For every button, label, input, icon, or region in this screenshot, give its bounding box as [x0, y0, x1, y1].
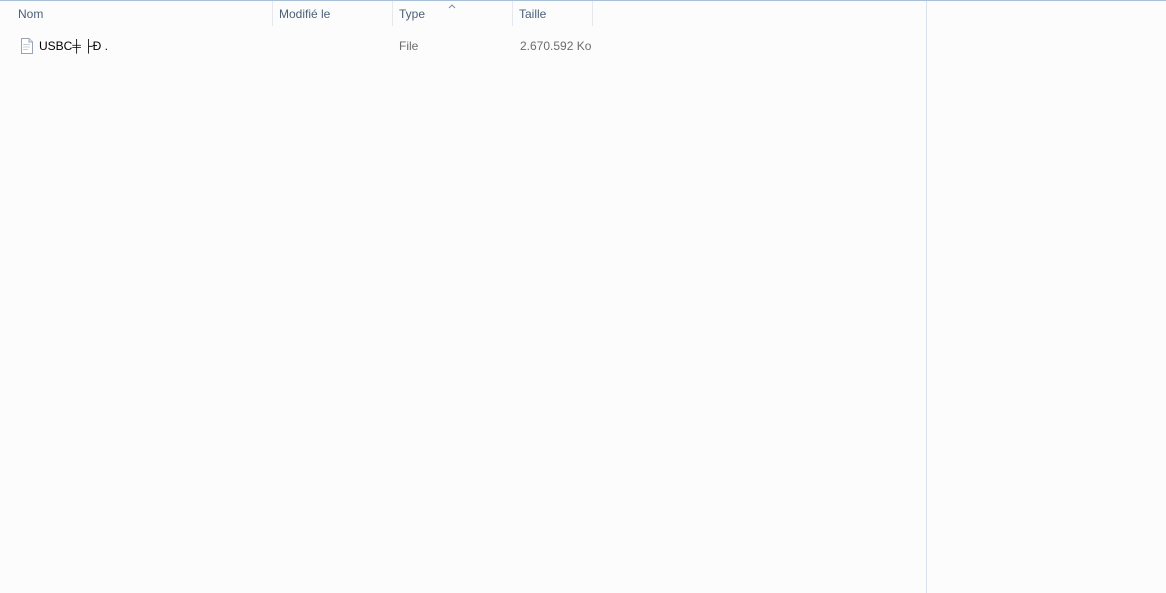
list-item[interactable]: USBC╪ ├Ð . File 2.670.592 Ko [14, 36, 594, 56]
file-type: File [399, 39, 419, 53]
file-name: USBC╪ ├Ð . [39, 39, 109, 53]
column-header-modified[interactable]: Modifié le [273, 1, 393, 26]
file-icon [21, 38, 33, 54]
column-header-name[interactable]: Nom [12, 1, 273, 26]
explorer-window: Nom Modifié le Type Taille USBC╪ ├Ð . Fi… [0, 0, 1166, 593]
preview-pane [926, 1, 1166, 593]
column-header-size[interactable]: Taille [513, 1, 593, 26]
chevron-up-icon [448, 4, 456, 9]
column-header-row: Nom Modifié le Type Taille [0, 1, 926, 26]
file-list-pane[interactable]: Nom Modifié le Type Taille USBC╪ ├Ð . Fi… [0, 1, 926, 593]
file-size: 2.670.592 Ko [520, 39, 592, 53]
